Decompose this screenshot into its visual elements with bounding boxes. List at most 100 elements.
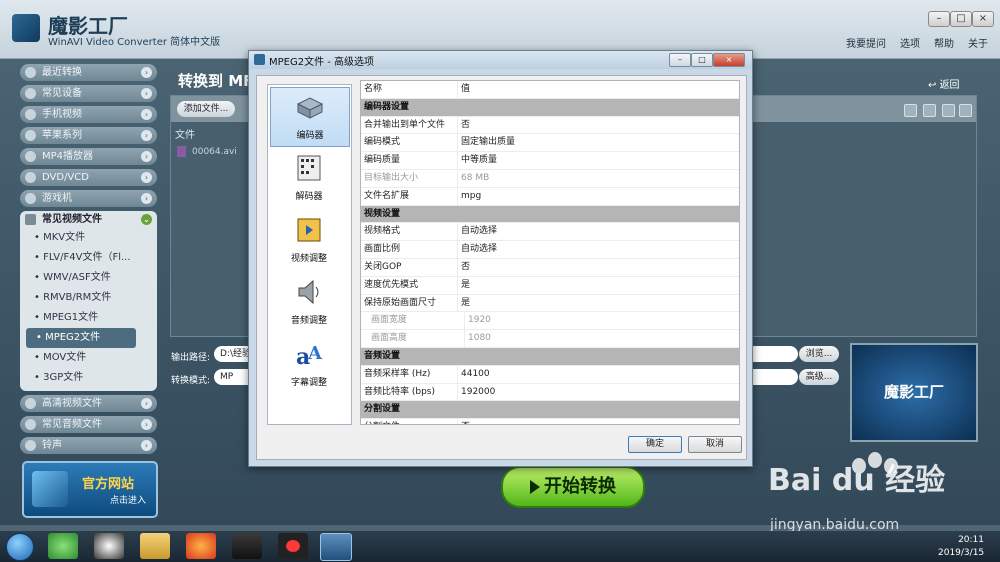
property-value[interactable]: 1920 [465,312,739,329]
sidebar-item-devices[interactable]: 常见设备 › [20,85,157,102]
property-value[interactable]: 否 [458,419,739,424]
grid-property-row[interactable]: 画面比例 自动选择 [361,241,739,259]
advanced-button[interactable]: 高级... [799,369,839,385]
grid-property-row[interactable]: 目标输出大小 68 MB [361,169,739,188]
nav-video-adjust[interactable]: 视频调整 [270,211,348,269]
grid-property-row[interactable]: 视频格式 自动选择 [361,223,739,242]
format-mpeg1[interactable]: • MPEG1文件 [20,308,144,328]
add-icon[interactable] [942,104,955,117]
nav-subtitle-adjust[interactable]: aA 字幕调整 [270,335,348,393]
grid-property-row[interactable]: 合并输出到单个文件否 [361,116,739,135]
property-value[interactable]: 44100 [458,366,739,383]
property-name: 视频设置 [364,208,401,219]
grid-property-row[interactable]: 文件名扩展 mpg [361,187,739,206]
property-value[interactable]: 固定输出质量 [458,134,739,151]
property-value[interactable]: 否 [458,117,739,134]
property-value[interactable]: 自动选择 [458,241,739,258]
minimize-button[interactable]: – [928,11,950,27]
property-value[interactable]: 1080 [465,330,739,347]
property-value [457,401,739,418]
property-value[interactable]: 是 [458,277,739,294]
taskbar-app-converter[interactable] [320,533,352,561]
format-flv[interactable]: • FLV/F4V文件（Fl... [20,248,144,268]
official-site-banner[interactable]: 官方网站 点击进入 [22,461,158,518]
dialog-minimize-button[interactable]: – [669,53,691,67]
chevron-right-icon: › [141,193,152,204]
sidebar-item-video-files[interactable]: 常见视频文件 ⌄ [20,211,157,228]
grid-property-row[interactable]: 编码模式 固定输出质量 [361,134,739,153]
dialog-close-button[interactable]: × [713,53,745,67]
clear-icon[interactable] [959,104,972,117]
speaker-icon [298,279,319,305]
cancel-button[interactable]: 取消 [688,436,742,453]
start-convert-button[interactable]: 开始转换 [501,466,645,508]
grid-property-row[interactable]: 音频比特率 (bps) 192000 [361,383,739,402]
watermark-text: Bai du 经验 [768,463,946,498]
back-link[interactable]: ↩ 返回 [928,76,960,91]
property-name: 分割文件 [361,419,458,424]
sidebar-item-apple[interactable]: 苹果系列 › [20,127,157,144]
format-rmvb[interactable]: • RMVB/RM文件 [20,288,144,308]
taskbar-app-explorer[interactable] [140,533,170,559]
property-value[interactable]: 192000 [458,384,739,401]
grid-property-row[interactable]: 关闭GOP 否 [361,258,739,277]
dialog-maximize-button[interactable]: □ [691,53,713,67]
property-value[interactable]: mpg [458,188,739,205]
remove-icon[interactable] [904,104,917,117]
menu-about[interactable]: 关于 [968,35,988,50]
grid-property-row[interactable]: 编码质量 中等质量 [361,152,739,170]
chevron-right-icon: › [141,109,152,120]
close-button[interactable]: × [972,11,994,27]
grid-property-row[interactable]: 保持原始画面尺寸是 [361,294,739,313]
grid-property-row[interactable]: 音频采样率 (Hz) 44100 [361,365,739,384]
format-mpeg2[interactable]: • MPEG2文件 [26,328,136,348]
nav-audio-adjust[interactable]: 音频调整 [270,273,348,331]
format-3gp[interactable]: • 3GP文件 [20,368,144,388]
play-icon [530,480,540,494]
menu-options[interactable]: 选项 [900,35,920,50]
taskbar-app-video[interactable] [232,533,262,559]
sidebar-item-phone[interactable]: 手机视频 › [20,106,157,123]
file-row[interactable]: 00064.avi [177,146,237,157]
sidebar-item-game[interactable]: 游戏机 › [20,190,157,207]
move-up-icon[interactable] [923,104,936,117]
taskbar-app-qq[interactable] [94,533,124,559]
ok-button[interactable]: 确定 [628,436,682,453]
taskbar-app-recorder[interactable] [278,533,308,559]
property-value[interactable]: 中等质量 [458,152,739,169]
taskbar-app-firefox[interactable] [186,533,216,559]
sidebar-item-audio[interactable]: 常见音频文件 › [20,416,157,433]
taskbar-app-browser[interactable] [48,533,78,559]
svg-text:A: A [307,343,323,364]
sidebar-item-ringtone[interactable]: 铃声 › [20,437,157,454]
sidebar-item-mp4[interactable]: MP4播放器 › [20,148,157,165]
grid-header-name: 名称 [361,81,458,98]
format-mov[interactable]: • MOV文件 [20,348,144,368]
sidebar-item-recent[interactable]: 最近转换 › [20,64,157,81]
property-value[interactable]: 否 [458,259,739,276]
grid-property-row[interactable]: 画面宽度 1920 [361,312,739,331]
property-name: 合并输出到单个文件 [361,116,458,134]
grid-property-row[interactable]: 速度优先模式是 [361,276,739,295]
grid-section-row: 分割设置 [361,401,739,420]
start-menu-button[interactable] [6,533,34,561]
menu-ask[interactable]: 我要提问 [846,35,886,50]
maximize-button[interactable]: □ [950,11,972,27]
property-value[interactable]: 是 [458,295,739,312]
property-value[interactable]: 68 MB [458,170,739,187]
browse-button[interactable]: 浏览... [799,346,839,362]
sidebar-item-dvd[interactable]: DVD/VCD › [20,169,157,186]
nav-decoder[interactable]: 解码器 [270,149,348,207]
property-value[interactable]: 自动选择 [458,223,739,240]
disc-icon [25,172,36,183]
grid-header-value: 值 [461,84,471,94]
format-mkv[interactable]: • MKV文件 [20,228,144,248]
format-wmv[interactable]: • WMV/ASF文件 [20,268,144,288]
nav-encoder[interactable]: 编码器 [270,87,350,147]
menu-help[interactable]: 帮助 [934,35,954,50]
property-name: 编码模式 [361,134,458,152]
grid-property-row[interactable]: 画面高度 1080 [361,330,739,348]
grid-property-row[interactable]: 分割文件否 [361,419,739,424]
sidebar-item-hd-video[interactable]: 高清视频文件 › [20,395,157,412]
add-file-button[interactable]: 添加文件... [177,101,235,117]
